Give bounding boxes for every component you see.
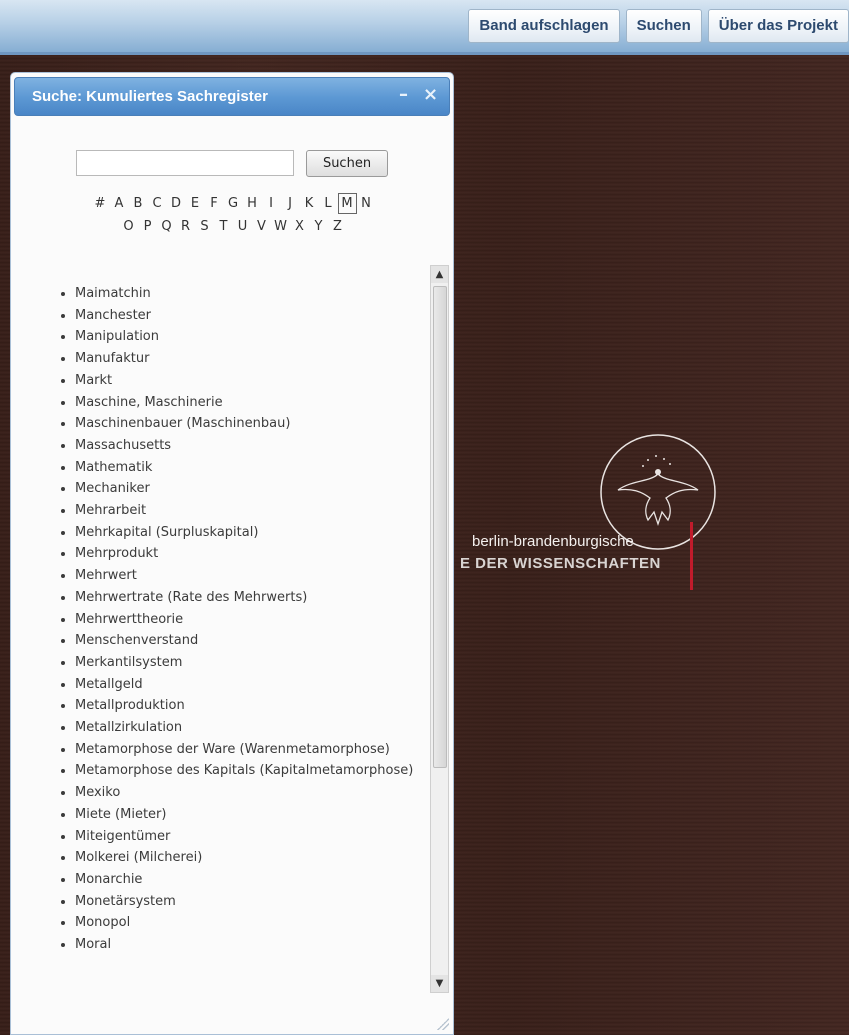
letter-link[interactable]: J bbox=[281, 194, 300, 214]
list-item[interactable]: Mexiko bbox=[75, 782, 435, 804]
letter-link[interactable]: U bbox=[233, 217, 252, 237]
close-icon[interactable]: × bbox=[423, 84, 438, 105]
letter-link[interactable]: R bbox=[176, 217, 195, 237]
list-item[interactable]: Mehrkapital (Surpluskapital) bbox=[75, 522, 435, 544]
search-button[interactable]: Suchen bbox=[306, 150, 388, 177]
logo-red-mark bbox=[690, 522, 693, 590]
main-nav: Band aufschlagen Suchen Über das Projekt bbox=[468, 9, 849, 43]
list-item[interactable]: Mehrwertrate (Rate des Mehrwerts) bbox=[75, 587, 435, 609]
list-item[interactable]: Mathematik bbox=[75, 457, 435, 479]
letter-link[interactable]: B bbox=[129, 194, 148, 214]
top-bar: Band aufschlagen Suchen Über das Projekt bbox=[0, 0, 849, 55]
list-item[interactable]: Mehrwerttheorie bbox=[75, 609, 435, 631]
list-item[interactable]: Monopol bbox=[75, 912, 435, 934]
scroll-down-icon[interactable]: ▼ bbox=[431, 975, 448, 992]
letter-link[interactable]: H bbox=[243, 194, 262, 214]
list-item[interactable]: Metallgeld bbox=[75, 674, 435, 696]
list-item[interactable]: Merkantilsystem bbox=[75, 652, 435, 674]
panel-header[interactable]: Suche: Kumuliertes Sachregister – × bbox=[14, 77, 450, 116]
letter-link[interactable]: Y bbox=[309, 217, 328, 237]
list-item[interactable]: Moral bbox=[75, 934, 435, 956]
letter-link[interactable]: N bbox=[357, 194, 376, 214]
letter-link[interactable]: C bbox=[148, 194, 167, 214]
letter-link[interactable]: V bbox=[252, 217, 271, 237]
letter-link[interactable]: K bbox=[300, 194, 319, 214]
list-scrollbar[interactable]: ▲ ▼ bbox=[430, 265, 449, 993]
letter-link[interactable]: X bbox=[290, 217, 309, 237]
minimize-icon[interactable]: – bbox=[399, 84, 408, 105]
letter-link[interactable]: G bbox=[224, 194, 243, 214]
nav-suchen-button[interactable]: Suchen bbox=[625, 9, 702, 43]
letter-link[interactable]: W bbox=[271, 217, 290, 237]
index-entry-list: MaimatchinManchesterManipulationManufakt… bbox=[51, 283, 435, 956]
letter-link[interactable]: D bbox=[167, 194, 186, 214]
letter-link[interactable]: T bbox=[214, 217, 233, 237]
list-item[interactable]: Molkerei (Milcherei) bbox=[75, 847, 435, 869]
alphabet-row-1: # A B C D E F G H I J K L M N bbox=[11, 193, 455, 214]
nav-band-aufschlagen-button[interactable]: Band aufschlagen bbox=[468, 9, 620, 43]
search-input[interactable] bbox=[76, 150, 294, 176]
list-item[interactable]: Metamorphose der Ware (Warenmetamorphose… bbox=[75, 739, 435, 761]
letter-link[interactable]: S bbox=[195, 217, 214, 237]
logo-text-line1: berlin-brandenburgische bbox=[472, 533, 634, 550]
letter-link[interactable]: Z bbox=[328, 217, 347, 237]
letter-link[interactable]: A bbox=[110, 194, 129, 214]
scroll-up-icon[interactable]: ▲ bbox=[431, 266, 448, 283]
letter-link[interactable]: M bbox=[337, 193, 357, 214]
list-item[interactable]: Maimatchin bbox=[75, 283, 435, 305]
letter-link[interactable]: Q bbox=[157, 217, 176, 237]
list-item[interactable]: Miteigentümer bbox=[75, 826, 435, 848]
list-item[interactable]: Massachusetts bbox=[75, 435, 435, 457]
list-item[interactable]: Manchester bbox=[75, 305, 435, 327]
letter-link[interactable]: O bbox=[119, 217, 138, 237]
list-item[interactable]: Maschine, Maschinerie bbox=[75, 392, 435, 414]
list-item[interactable]: Mechaniker bbox=[75, 478, 435, 500]
resize-grip-icon[interactable] bbox=[437, 1018, 449, 1030]
list-item[interactable]: Mehrwert bbox=[75, 565, 435, 587]
list-item[interactable]: Metallzirkulation bbox=[75, 717, 435, 739]
scroll-thumb[interactable] bbox=[433, 286, 447, 768]
list-item[interactable]: Mehrprodukt bbox=[75, 543, 435, 565]
nav-ueber-das-projekt-button[interactable]: Über das Projekt bbox=[707, 9, 849, 43]
letter-link[interactable]: I bbox=[262, 194, 281, 214]
letter-link[interactable]: L bbox=[319, 194, 338, 214]
letter-link[interactable]: P bbox=[138, 217, 157, 237]
list-item[interactable]: Miete (Mieter) bbox=[75, 804, 435, 826]
list-item[interactable]: Menschenverstand bbox=[75, 630, 435, 652]
list-item[interactable]: Manipulation bbox=[75, 326, 435, 348]
list-item[interactable]: Monetärsystem bbox=[75, 891, 435, 913]
letter-link[interactable]: F bbox=[205, 194, 224, 214]
letter-link[interactable]: E bbox=[186, 194, 205, 214]
search-panel: Suche: Kumuliertes Sachregister – × Such… bbox=[10, 72, 454, 1035]
list-item[interactable]: Manufaktur bbox=[75, 348, 435, 370]
list-item[interactable]: Markt bbox=[75, 370, 435, 392]
letter-link[interactable]: # bbox=[91, 194, 110, 214]
list-item[interactable]: Metamorphose des Kapitals (Kapitalmetamo… bbox=[75, 760, 435, 782]
list-item[interactable]: Mehrarbeit bbox=[75, 500, 435, 522]
panel-title: Suche: Kumuliertes Sachregister bbox=[32, 88, 268, 105]
alphabet-row-2: OPQRSTUVWXYZ bbox=[11, 217, 455, 237]
logo-text-line2: E DER WISSENSCHAFTEN bbox=[460, 555, 661, 572]
list-item[interactable]: Metallproduktion bbox=[75, 695, 435, 717]
list-item[interactable]: Monarchie bbox=[75, 869, 435, 891]
list-item[interactable]: Maschinenbauer (Maschinenbau) bbox=[75, 413, 435, 435]
